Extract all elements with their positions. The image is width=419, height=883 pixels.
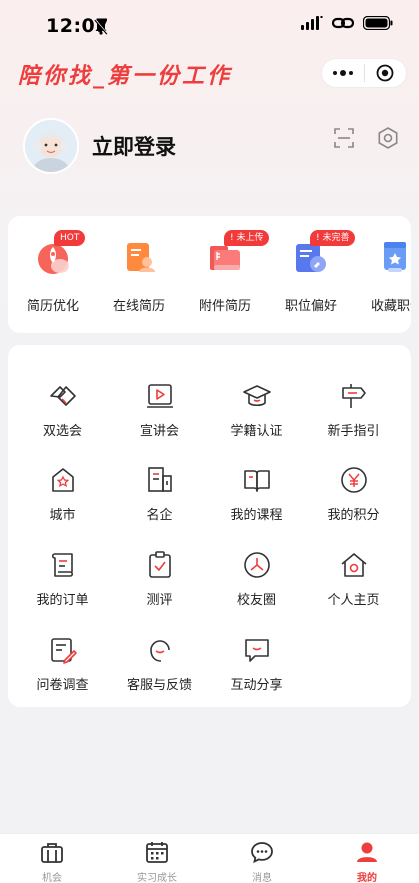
tab-label: 机会 bbox=[42, 873, 62, 883]
brand-slogan: 陪你找_第一份工作 bbox=[18, 63, 233, 89]
battery-icon bbox=[363, 16, 393, 30]
service-student-verify[interactable]: 学籍认证 bbox=[208, 381, 305, 461]
service-personal-homepage[interactable]: 个人主页 bbox=[305, 550, 402, 630]
service-interactive-share[interactable]: 互动分享 bbox=[208, 635, 305, 715]
order-scroll-icon bbox=[51, 553, 74, 577]
service-label: 我的积分 bbox=[327, 508, 380, 523]
tab-label: 消息 bbox=[252, 873, 272, 883]
service-alumni-circle[interactable]: 校友圈 bbox=[208, 550, 305, 630]
quick-item-resume-optimize[interactable]: HOT 简历优化 bbox=[10, 216, 96, 333]
city-home-icon bbox=[52, 468, 74, 492]
personal-home-icon bbox=[341, 553, 367, 577]
service-my-orders[interactable]: 我的订单 bbox=[14, 550, 111, 630]
yen-coin-icon bbox=[341, 467, 367, 493]
service-survey[interactable]: 问卷调查 bbox=[14, 635, 111, 715]
service-label: 名企 bbox=[146, 508, 173, 523]
signpost-icon bbox=[342, 384, 366, 408]
bell-muted-icon bbox=[94, 19, 108, 35]
service-my-points[interactable]: 我的积分 bbox=[305, 465, 402, 545]
quick-item-job-preference[interactable]: ! 未完善 职位偏好 bbox=[268, 216, 356, 333]
resume-quick-actions: HOT 简历优化 在线简历 ! 未上传 附件简历 ! 未完善 职位偏好 收藏职 bbox=[8, 216, 411, 333]
more-dot-icon bbox=[339, 70, 346, 76]
service-assessment[interactable]: 测评 bbox=[111, 550, 208, 630]
quick-item-attachment-resume[interactable]: ! 未上传 附件简历 bbox=[182, 216, 270, 333]
service-label: 校友圈 bbox=[236, 593, 276, 608]
signal-icon bbox=[301, 16, 323, 30]
mini-program-capsule bbox=[321, 58, 407, 88]
service-support-feedback[interactable]: 客服与反馈 bbox=[111, 635, 208, 715]
settings-icon[interactable] bbox=[376, 126, 400, 150]
hot-badge: HOT bbox=[54, 230, 86, 246]
avatar-image bbox=[25, 120, 77, 172]
quick-item-saved-jobs[interactable]: 收藏职位 bbox=[354, 216, 411, 333]
service-label: 城市 bbox=[49, 508, 76, 523]
status-bar: 12:07 bbox=[0, 0, 419, 52]
close-mini-program-button[interactable] bbox=[364, 64, 406, 82]
calendar-icon bbox=[146, 842, 168, 863]
service-double-select[interactable]: 双选会 bbox=[14, 381, 111, 461]
more-menu-button[interactable] bbox=[322, 70, 364, 76]
service-city[interactable]: 城市 bbox=[14, 465, 111, 545]
alumni-circle-icon bbox=[244, 552, 270, 578]
service-label: 宣讲会 bbox=[139, 424, 179, 439]
clipboard-check-icon bbox=[149, 551, 171, 578]
presentation-play-icon bbox=[147, 384, 173, 408]
more-dot-icon bbox=[348, 71, 353, 75]
quick-item-online-resume[interactable]: 在线简历 bbox=[96, 216, 182, 333]
login-button[interactable]: 立即登录 bbox=[92, 131, 176, 161]
tab-internship-growth[interactable]: 实习成长 bbox=[105, 834, 209, 883]
quick-item-label: 简历优化 bbox=[26, 299, 79, 314]
tab-mine[interactable]: 我的 bbox=[315, 834, 419, 883]
chat-bubble-icon bbox=[245, 639, 269, 662]
bottom-tab-bar: 机会 实习成长 消息 我的 bbox=[0, 833, 419, 883]
tab-messages[interactable]: 消息 bbox=[210, 834, 314, 883]
person-icon bbox=[357, 842, 377, 862]
avatar[interactable] bbox=[23, 118, 79, 174]
service-my-courses[interactable]: 我的课程 bbox=[208, 465, 305, 545]
open-book-icon bbox=[244, 470, 270, 492]
service-label: 问卷调查 bbox=[36, 678, 89, 693]
service-label: 互动分享 bbox=[230, 678, 283, 693]
service-presentation[interactable]: 宣讲会 bbox=[111, 381, 208, 461]
service-label: 测评 bbox=[146, 593, 173, 608]
tab-opportunities[interactable]: 机会 bbox=[0, 834, 104, 883]
service-label: 新手指引 bbox=[327, 424, 380, 439]
quick-item-label: 在线简历 bbox=[112, 299, 165, 314]
tab-label: 我的 bbox=[357, 873, 377, 883]
service-famous-companies[interactable]: 名企 bbox=[111, 465, 208, 545]
services-grid: 双选会 宣讲会 学籍认证 新手指引 城市 名企 我的课程 我的积分 我的订单 测… bbox=[8, 345, 411, 707]
online-resume-icon bbox=[127, 243, 155, 272]
service-label: 双选会 bbox=[42, 424, 82, 439]
service-newbie-guide[interactable]: 新手指引 bbox=[305, 381, 402, 461]
handshake-icon bbox=[50, 386, 76, 406]
quick-item-label: 职位偏好 bbox=[284, 299, 337, 314]
building-icon bbox=[148, 467, 172, 492]
message-icon bbox=[251, 842, 273, 864]
briefcase-icon bbox=[41, 843, 63, 863]
service-label: 个人主页 bbox=[327, 593, 380, 608]
scan-icon[interactable] bbox=[333, 127, 355, 149]
tab-label: 实习成长 bbox=[137, 873, 177, 883]
service-label: 我的课程 bbox=[230, 508, 283, 523]
link-icon bbox=[332, 17, 354, 29]
incomplete-badge: ! 未完善 bbox=[310, 230, 356, 246]
bookmark-star-icon bbox=[384, 242, 406, 272]
more-dot-icon bbox=[332, 71, 337, 75]
quick-item-label: 附件简历 bbox=[198, 299, 251, 314]
service-label: 客服与反馈 bbox=[126, 678, 192, 693]
service-label: 我的订单 bbox=[36, 593, 89, 608]
target-icon bbox=[376, 64, 394, 82]
not-uploaded-badge: ! 未上传 bbox=[224, 230, 270, 246]
quick-item-label: 收藏职位 bbox=[370, 299, 411, 314]
graduation-cap-icon bbox=[243, 385, 271, 407]
survey-pen-icon bbox=[51, 638, 77, 664]
service-smile-icon bbox=[150, 640, 170, 662]
service-label: 学籍认证 bbox=[230, 424, 283, 439]
